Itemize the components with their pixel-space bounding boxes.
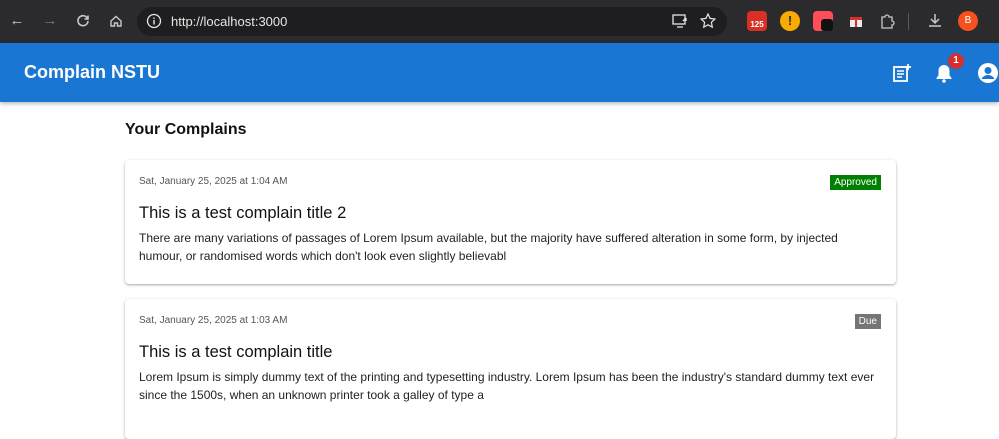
puzzle-extensions-icon[interactable] (877, 11, 897, 31)
complaint-body: There are many variations of passages of… (139, 231, 838, 263)
calendar-extension-icon[interactable]: 125 (747, 11, 767, 31)
address-bar[interactable]: http://localhost:3000 (137, 7, 727, 36)
profile-avatar[interactable]: B (958, 11, 978, 31)
url-text[interactable]: http://localhost:3000 (171, 7, 287, 36)
download-icon[interactable] (925, 11, 945, 31)
forward-icon[interactable]: → (39, 10, 61, 32)
complaint-title: This is a test complain title (139, 343, 333, 361)
page-heading: Your Complains (125, 121, 247, 138)
status-badge: Approved (830, 175, 881, 190)
complaint-card[interactable]: Sat, January 25, 2025 at 1:04 AM Approve… (125, 160, 896, 284)
extension-badge: 125 (750, 20, 764, 29)
complaint-date: Sat, January 25, 2025 at 1:04 AM (139, 176, 288, 187)
account-circle-icon[interactable] (977, 62, 999, 84)
notification-badge: 1 (948, 53, 964, 69)
complaint-title: This is a test complain title 2 (139, 204, 347, 222)
app-title[interactable]: Complain NSTU (24, 43, 160, 102)
gift-extension-icon[interactable] (846, 11, 866, 31)
complaint-card[interactable]: Sat, January 25, 2025 at 1:03 AM Due Thi… (125, 299, 896, 439)
new-complain-icon[interactable] (891, 62, 913, 84)
complaint-date: Sat, January 25, 2025 at 1:03 AM (139, 315, 288, 326)
browser-toolbar: ← → http://localhost:3000 125 ! B (0, 0, 999, 43)
toolbar-divider (908, 13, 909, 30)
info-extension-icon[interactable]: ! (780, 11, 800, 31)
site-info-icon[interactable] (145, 12, 163, 30)
app-bar: Complain NSTU (0, 43, 999, 102)
home-icon[interactable] (105, 10, 127, 32)
color-extension-icon[interactable] (813, 11, 833, 31)
back-icon[interactable]: ← (6, 10, 28, 32)
reload-icon[interactable] (72, 10, 94, 32)
status-badge: Due (854, 314, 881, 329)
bookmark-star-icon[interactable] (699, 12, 717, 30)
complaint-body: Lorem Ipsum is simply dummy text of the … (139, 370, 875, 402)
install-app-icon[interactable] (671, 12, 689, 30)
